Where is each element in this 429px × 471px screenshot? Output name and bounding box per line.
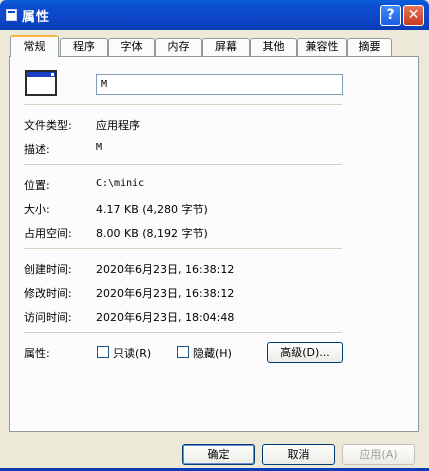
file-type-value: 应用程序 [96, 119, 140, 132]
disk-size-label: 占用空间: [24, 227, 72, 240]
description-value: M [96, 142, 103, 153]
tab-memory[interactable]: 内存 [155, 38, 202, 56]
readonly-label[interactable]: 只读(R) [113, 345, 151, 361]
created-label: 创建时间: [24, 263, 72, 276]
advanced-button[interactable]: 高级(D)... [267, 342, 343, 363]
tab-misc[interactable]: 其他 [250, 38, 297, 56]
program-window-icon [25, 70, 57, 96]
tab-compatibility[interactable]: 兼容性 [297, 38, 347, 56]
separator [24, 248, 342, 250]
accessed-label: 访问时间: [24, 311, 72, 324]
name-field[interactable]: M [96, 74, 343, 95]
location-value: C:\minic [96, 178, 145, 189]
hidden-checkbox[interactable] [177, 346, 189, 358]
window-title: 属性 [22, 10, 51, 25]
modified-value: 2020年6月23日, 16:38:12 [96, 287, 235, 300]
size-value: 4.17 KB (4,280 字节) [96, 203, 208, 216]
created-value: 2020年6月23日, 16:38:12 [96, 263, 235, 276]
tab-screen[interactable]: 屏幕 [202, 38, 250, 56]
description-label: 描述: [24, 143, 50, 156]
separator [24, 164, 342, 166]
attributes-label: 属性: [24, 347, 50, 360]
accessed-value: 2020年6月23日, 18:04:48 [96, 311, 235, 324]
tab-panel-general [9, 56, 419, 432]
separator [24, 104, 342, 106]
size-label: 大小: [24, 203, 50, 216]
tab-program[interactable]: 程序 [60, 38, 108, 56]
tab-summary[interactable]: 摘要 [347, 38, 392, 56]
tab-font[interactable]: 字体 [108, 38, 155, 56]
tab-general[interactable]: 常规 [10, 35, 59, 57]
location-label: 位置: [24, 179, 50, 192]
help-button[interactable]: ? [380, 5, 401, 26]
cancel-button[interactable]: 取消 [262, 444, 335, 465]
ok-button[interactable]: 确定 [182, 444, 255, 465]
apply-button[interactable]: 应用(A) [342, 444, 415, 465]
separator [24, 332, 342, 334]
disk-size-value: 8.00 KB (8,192 字节) [96, 227, 208, 240]
title-bar[interactable]: 属性 ? ✕ [0, 0, 429, 30]
hidden-label[interactable]: 隐藏(H) [193, 345, 232, 361]
modified-label: 修改时间: [24, 287, 72, 300]
file-type-label: 文件类型: [24, 119, 72, 132]
readonly-checkbox[interactable] [97, 346, 109, 358]
window-icon [6, 9, 17, 21]
close-button[interactable]: ✕ [403, 5, 424, 26]
